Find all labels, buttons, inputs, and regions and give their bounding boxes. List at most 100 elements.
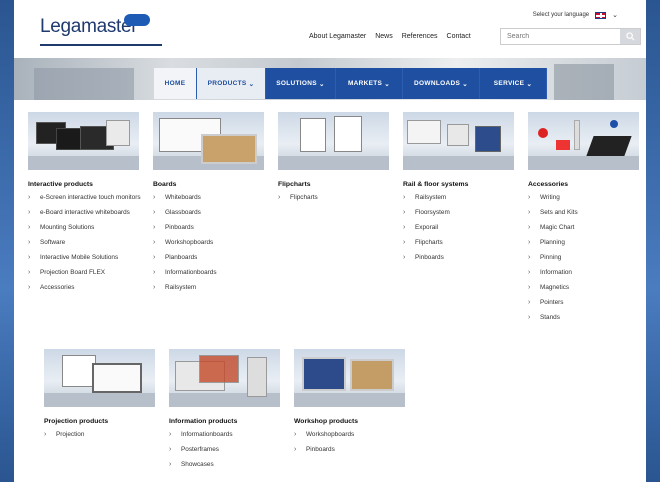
list-item[interactable]: › Writing bbox=[528, 193, 643, 202]
link-contact[interactable]: Contact bbox=[447, 33, 471, 40]
category-title[interactable]: Information products bbox=[169, 418, 284, 425]
category-title[interactable]: Workshop products bbox=[294, 418, 409, 425]
category-image[interactable] bbox=[44, 349, 155, 407]
list-item[interactable]: › Pinboards bbox=[294, 445, 409, 454]
link-references[interactable]: References bbox=[402, 33, 438, 40]
list-item[interactable]: › Flipcharts bbox=[403, 238, 518, 247]
search-input[interactable] bbox=[501, 29, 620, 44]
category-accessories: Accessories › Writing › Sets and Kits › Mag… bbox=[528, 112, 643, 328]
category-title[interactable]: Flipcharts bbox=[278, 181, 393, 188]
list-item[interactable]: › Glassboards bbox=[153, 208, 268, 217]
category-title[interactable]: Accessories bbox=[528, 181, 643, 188]
list-item[interactable]: › Posterframes bbox=[169, 445, 284, 454]
language-selector[interactable]: Select your language ⌄ bbox=[533, 11, 618, 19]
list-item-label: Mounting Solutions bbox=[40, 224, 95, 231]
category-image[interactable] bbox=[28, 112, 139, 170]
list-item[interactable]: › Projection Board FLEX bbox=[28, 268, 143, 277]
chevron-right-icon: › bbox=[528, 194, 531, 201]
list-item-label: Showcases bbox=[181, 461, 214, 468]
list-item[interactable]: › Exporail bbox=[403, 223, 518, 232]
nav-markets[interactable]: MARKETS ⌄ bbox=[336, 68, 403, 99]
chevron-down-icon: ⌄ bbox=[526, 80, 533, 88]
category-image[interactable] bbox=[169, 349, 280, 407]
category-workshop: Workshop products › Workshopboards › Pinbo… bbox=[294, 349, 409, 460]
list-item[interactable]: › Magnetics bbox=[528, 283, 643, 292]
list-item[interactable]: › Railsystem bbox=[153, 283, 268, 292]
list-item[interactable]: › Workshopboards bbox=[294, 430, 409, 439]
list-item-label: Projection bbox=[56, 431, 85, 438]
list-item[interactable]: › Projection bbox=[44, 430, 159, 439]
products-mega-menu: Interactive products › e-Screen interacti… bbox=[14, 100, 646, 482]
nav-solutions[interactable]: SOLUTIONS ⌄ bbox=[266, 68, 336, 99]
nav-products[interactable]: PRODUCTS ⌄ bbox=[197, 68, 266, 99]
list-item-label: Magnetics bbox=[540, 284, 570, 291]
list-item-label: Floorsystem bbox=[415, 209, 450, 216]
category-interactive: Interactive products › e-Screen interacti… bbox=[28, 112, 143, 298]
link-news[interactable]: News bbox=[375, 33, 393, 40]
list-item[interactable]: › Whiteboards bbox=[153, 193, 268, 202]
list-item[interactable]: › Software bbox=[28, 238, 143, 247]
list-item[interactable]: › Sets and Kits bbox=[528, 208, 643, 217]
chevron-right-icon: › bbox=[278, 194, 281, 201]
list-item-label: Workshopboards bbox=[165, 239, 214, 246]
list-item-label: e-Board interactive whiteboards bbox=[40, 209, 130, 216]
list-item-label: Planboards bbox=[165, 254, 198, 261]
list-item[interactable]: › Information bbox=[528, 268, 643, 277]
chevron-right-icon: › bbox=[153, 269, 156, 276]
nav-service[interactable]: SERVICE ⌄ bbox=[480, 68, 547, 99]
list-item[interactable]: › Pinboards bbox=[403, 253, 518, 262]
logo-underline bbox=[40, 44, 162, 46]
chevron-right-icon: › bbox=[528, 224, 531, 231]
chevron-right-icon: › bbox=[28, 194, 31, 201]
list-item-label: Pinboards bbox=[165, 224, 194, 231]
list-item[interactable]: › Floorsystem bbox=[403, 208, 518, 217]
search-box bbox=[500, 28, 641, 45]
list-item[interactable]: › Workshopboards bbox=[153, 238, 268, 247]
category-title[interactable]: Rail & floor systems bbox=[403, 181, 518, 188]
category-title[interactable]: Boards bbox=[153, 181, 268, 188]
category-image[interactable] bbox=[403, 112, 514, 170]
list-item-label: Railsystem bbox=[165, 284, 197, 291]
link-about[interactable]: About Legamaster bbox=[309, 33, 366, 40]
nav-downloads[interactable]: DOWNLOADS ⌄ bbox=[403, 68, 480, 99]
list-item-label: Magic Chart bbox=[540, 224, 575, 231]
list-item[interactable]: › Pinning bbox=[528, 253, 643, 262]
category-title[interactable]: Interactive products bbox=[28, 181, 143, 188]
category-title[interactable]: Projection products bbox=[44, 418, 159, 425]
category-image[interactable] bbox=[294, 349, 405, 407]
list-item[interactable]: › e-Screen interactive touch monitors bbox=[28, 193, 143, 202]
chevron-right-icon: › bbox=[528, 269, 531, 276]
list-item-label: Posterframes bbox=[181, 446, 220, 453]
list-item[interactable]: › Stands bbox=[528, 313, 643, 322]
hero-decor bbox=[34, 68, 134, 100]
list-item[interactable]: › Planning bbox=[528, 238, 643, 247]
list-item[interactable]: › Informationboards bbox=[169, 430, 284, 439]
list-item[interactable]: › Accessories bbox=[28, 283, 143, 292]
nav-label: SERVICE bbox=[493, 80, 525, 87]
category-image[interactable] bbox=[153, 112, 264, 170]
list-item[interactable]: › Railsystem bbox=[403, 193, 518, 202]
background-right bbox=[646, 0, 660, 482]
category-image[interactable] bbox=[278, 112, 389, 170]
list-item[interactable]: › Mounting Solutions bbox=[28, 223, 143, 232]
list-item[interactable]: › Magic Chart bbox=[528, 223, 643, 232]
logo[interactable]: Legamaster bbox=[40, 16, 138, 38]
list-item[interactable]: › Pinboards bbox=[153, 223, 268, 232]
chevron-down-icon: ⌄ bbox=[612, 12, 618, 19]
list-item-label: Flipcharts bbox=[290, 194, 318, 201]
list-item[interactable]: › Interactive Mobile Solutions bbox=[28, 253, 143, 262]
list-item-label: Flipcharts bbox=[415, 239, 443, 246]
list-item[interactable]: › e-Board interactive whiteboards bbox=[28, 208, 143, 217]
nav-home[interactable]: HOME bbox=[154, 68, 197, 99]
list-item[interactable]: › Informationboards bbox=[153, 268, 268, 277]
list-item[interactable]: › Planboards bbox=[153, 253, 268, 262]
category-flipcharts: Flipcharts › Flipcharts bbox=[278, 112, 393, 208]
chevron-right-icon: › bbox=[403, 194, 406, 201]
search-button[interactable] bbox=[620, 29, 640, 44]
category-image[interactable] bbox=[528, 112, 639, 170]
list-item[interactable]: › Showcases bbox=[169, 460, 284, 469]
list-item[interactable]: › Pointers bbox=[528, 298, 643, 307]
list-item[interactable]: › Flipcharts bbox=[278, 193, 393, 202]
chevron-right-icon: › bbox=[528, 209, 531, 216]
list-item-label: Writing bbox=[540, 194, 560, 201]
